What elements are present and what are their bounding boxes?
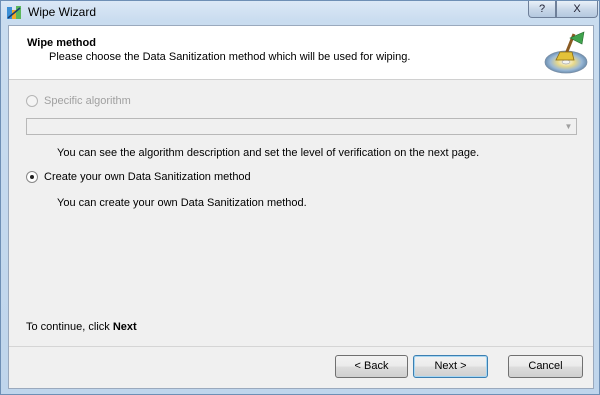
continue-hint: To continue, click Next [26,321,137,333]
chevron-down-icon[interactable]: ▼ [562,120,575,133]
specific-algorithm-description: You can see the algorithm description an… [57,147,480,159]
specific-algorithm-label: Specific algorithm [44,95,131,107]
window-title: Wipe Wizard [28,5,97,19]
algorithm-select[interactable]: ▼ [26,118,577,135]
disc-broom-icon [544,31,588,74]
page-title: Wipe method [27,37,96,49]
custom-method-label: Create your own Data Sanitization method [44,171,251,183]
wizard-icon [7,6,21,19]
continue-action: Next [112,321,137,333]
page-subtitle: Please choose the Data Sanitization meth… [49,51,411,63]
specific-algorithm-radio[interactable] [26,95,38,107]
custom-method-description: You can create your own Data Sanitizatio… [57,197,307,209]
cancel-button[interactable]: Cancel [508,355,583,378]
wizard-client-area: Wipe method Please choose the Data Sanit… [8,25,594,389]
wizard-header: Wipe method Please choose the Data Sanit… [9,26,593,80]
close-button[interactable]: X [556,1,598,18]
help-button[interactable]: ? [528,1,556,18]
specific-algorithm-option[interactable]: Specific algorithm [26,95,131,107]
back-button[interactable]: < Back [335,355,408,378]
custom-method-radio[interactable] [26,171,38,183]
custom-method-option[interactable]: Create your own Data Sanitization method [26,171,251,183]
title-bar: Wipe Wizard ? X [1,1,599,25]
footer-divider [9,346,593,347]
wipe-wizard-window: Wipe Wizard ? X Wipe method Please choos… [0,0,600,395]
next-button[interactable]: Next > [413,355,488,378]
continue-prefix: To continue, click [26,321,113,333]
